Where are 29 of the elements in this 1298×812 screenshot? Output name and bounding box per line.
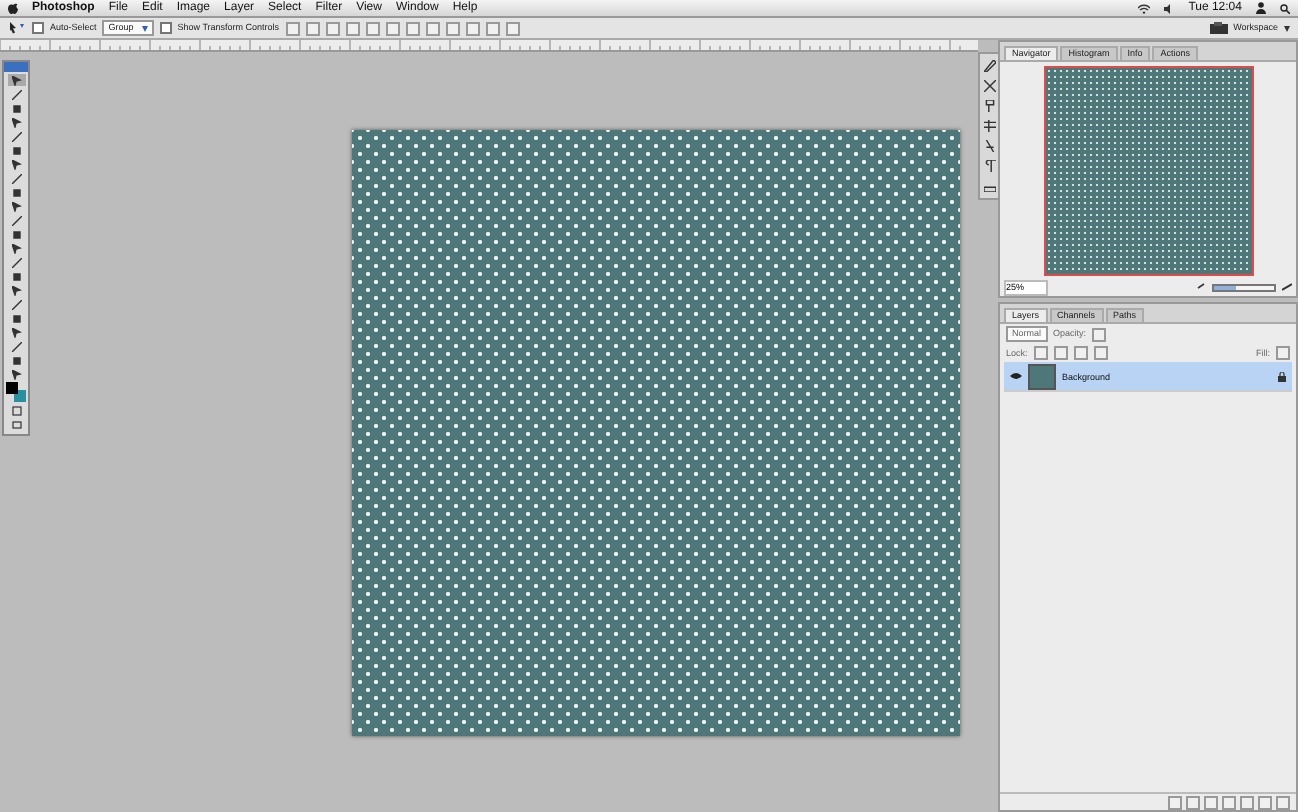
- app-badge: [4, 62, 28, 72]
- auto-select-checkbox[interactable]: [32, 22, 44, 34]
- dock-icon[interactable]: [983, 120, 995, 132]
- apple-icon[interactable]: [8, 2, 18, 14]
- tool-button[interactable]: [7, 74, 25, 86]
- dock-icon[interactable]: [983, 80, 995, 92]
- move-tool-icon[interactable]: [8, 22, 26, 34]
- eye-icon[interactable]: [1010, 372, 1022, 380]
- dock-icon[interactable]: [983, 160, 995, 172]
- dock-icon[interactable]: [983, 180, 995, 192]
- speaker-icon[interactable]: [1164, 3, 1175, 13]
- dock-icon[interactable]: [983, 140, 995, 152]
- search-icon[interactable]: [1280, 3, 1290, 13]
- layer-thumbnail: [1028, 363, 1056, 389]
- fill-field[interactable]: [1276, 346, 1290, 360]
- dock-icon[interactable]: [983, 100, 995, 112]
- dock-icon[interactable]: [983, 60, 995, 72]
- wifi-icon[interactable]: [1138, 3, 1151, 13]
- opacity-field[interactable]: [1092, 327, 1107, 341]
- caret-icon: [141, 25, 148, 31]
- user-icon[interactable]: [1256, 2, 1266, 14]
- caret-icon[interactable]: [1284, 25, 1290, 31]
- zoom-in-icon[interactable]: [1282, 282, 1292, 292]
- show-transform-checkbox[interactable]: [159, 22, 172, 34]
- lock-icon: [1278, 371, 1286, 381]
- color-swatches-icon[interactable]: [6, 382, 26, 402]
- screen-mode-button[interactable]: [7, 418, 25, 430]
- zoom-out-icon[interactable]: [1196, 282, 1206, 292]
- workspace-icon[interactable]: [1209, 22, 1228, 34]
